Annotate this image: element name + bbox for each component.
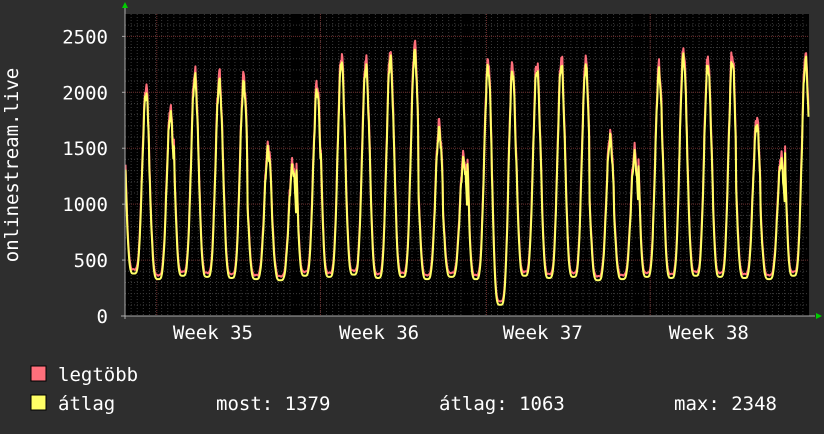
x-tick-label: Week 36 (339, 322, 419, 344)
legend-label-legtobb: legtöbb (58, 364, 138, 386)
stat-max: max: 2348 (674, 393, 777, 415)
stat-most: most: 1379 (216, 393, 330, 415)
y-tick-label: 1000 (62, 194, 108, 216)
legend-swatch-atlag (30, 394, 47, 411)
x-tick-label: Week 35 (173, 322, 253, 344)
legend-swatch-legtobb (30, 365, 47, 382)
x-tick-label: Week 37 (503, 322, 583, 344)
y-tick-label: 0 (97, 306, 108, 328)
stat-atlag: átlag: 1063 (439, 393, 565, 415)
y-tick-label: 500 (74, 250, 108, 272)
chart-svg: 0 500 1000 1500 2000 2500 Week 35 Week 36 Week … (0, 0, 824, 430)
y-tick-label: 1500 (62, 138, 108, 160)
y-tick-label: 2500 (62, 26, 108, 48)
legend-label-atlag: átlag (58, 393, 115, 415)
chart-container: 0 500 1000 1500 2000 2500 Week 35 Week 36 Week … (0, 0, 824, 430)
x-tick-label: Week 38 (669, 322, 749, 344)
y-tick-label: 2000 (62, 82, 108, 104)
y-axis-label: onlinestream.live (1, 68, 23, 262)
